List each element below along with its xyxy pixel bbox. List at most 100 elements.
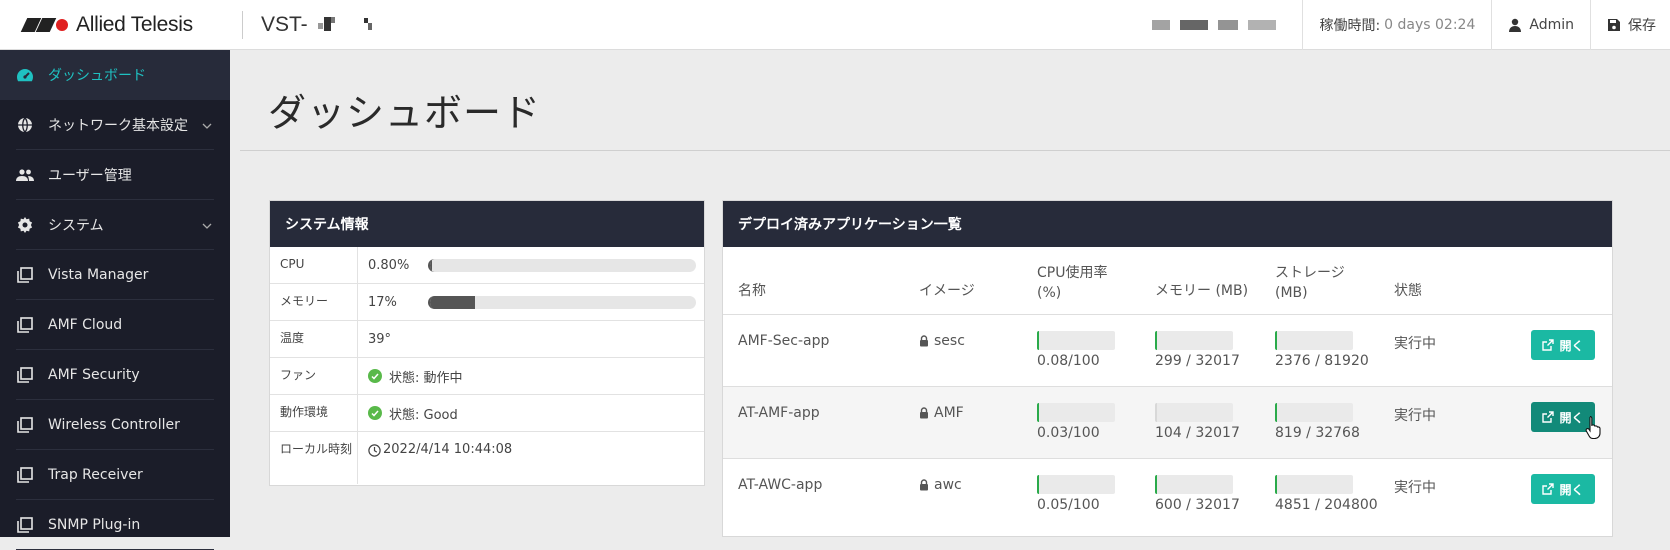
column-header-cpu: CPU使用率 (%)	[1037, 263, 1107, 303]
sidebar-item-label: Trap Receiver	[48, 467, 143, 483]
save-icon	[1608, 18, 1620, 31]
open-app-button[interactable]: 開く	[1531, 330, 1595, 360]
local-time-row: ローカル時刻 2022/4/14 10:44:08	[270, 432, 704, 484]
cpu-progress-bar	[428, 258, 696, 272]
cpu-mini-bar	[1037, 331, 1115, 350]
check-circle-icon	[368, 369, 382, 383]
top-header: Allied Telesis VST- 稼働時間: 0 days 02:24 A…	[0, 0, 1670, 50]
cpu-value: 0.80%	[368, 257, 410, 273]
redacted-model-icon	[312, 15, 382, 35]
app-memory: 104 / 32017	[1155, 425, 1240, 441]
cpu-label: CPU	[270, 247, 358, 283]
memory-value: 17%	[368, 294, 397, 310]
deployed-apps-title: デプロイ済みアプリケーション一覧	[723, 201, 1612, 247]
user-icon	[1509, 18, 1522, 32]
sidebar-nav: ダッシュボード ネットワーク基本設定 ユーザー管理 システム Vista Man…	[0, 50, 230, 550]
sidebar-item-system[interactable]: システム	[0, 200, 230, 250]
table-row: AT-AMF-app AMF 0.03/100 104 / 32017 819 …	[723, 386, 1612, 458]
sidebar-item-snmp-plugin[interactable]: SNMP Plug-in	[0, 500, 230, 550]
sidebar-item-amf-security[interactable]: AMF Security	[0, 350, 230, 400]
clock-icon	[368, 444, 381, 457]
column-header-storage: ストレージ (MB)	[1275, 263, 1345, 303]
header-divider	[242, 10, 243, 39]
save-button[interactable]: 保存	[1590, 0, 1670, 50]
app-name: AT-AMF-app	[738, 405, 820, 421]
app-image: sesc	[919, 333, 965, 349]
column-header-cpu-line2: (%)	[1037, 285, 1062, 301]
lock-icon	[920, 335, 928, 347]
window-icon	[16, 366, 34, 384]
column-header-storage-line2: (MB)	[1275, 285, 1308, 301]
app-memory: 299 / 32017	[1155, 353, 1240, 369]
window-icon	[16, 416, 34, 434]
sidebar-item-label: AMF Security	[48, 367, 140, 383]
app-cpu: 0.03/100	[1037, 425, 1100, 441]
sidebar-item-amf-cloud[interactable]: AMF Cloud	[0, 300, 230, 350]
open-app-label: 開く	[1559, 338, 1584, 353]
lock-icon	[920, 479, 928, 491]
logo-mark-icon	[20, 16, 72, 34]
storage-mini-bar	[1275, 475, 1353, 494]
temperature-value: 39°	[368, 331, 392, 347]
column-header-state: 状態	[1394, 283, 1422, 299]
column-header-name: 名称	[738, 283, 766, 299]
sidebar-item-dashboard[interactable]: ダッシュボード	[0, 50, 230, 100]
open-app-button[interactable]: 開く	[1531, 474, 1595, 504]
memory-row: メモリー 17%	[270, 284, 704, 321]
temperature-label: 温度	[270, 321, 358, 357]
sidebar-item-vista-manager[interactable]: Vista Manager	[0, 250, 230, 300]
deployed-apps-panel: デプロイ済みアプリケーション一覧 名称 イメージ CPU使用率 (%) メモリー…	[722, 200, 1613, 537]
sidebar-item-label: ユーザー管理	[48, 168, 132, 184]
window-icon	[16, 516, 34, 534]
sidebar-item-label: ダッシュボード	[48, 68, 146, 84]
column-header-memory: メモリー (MB)	[1155, 283, 1249, 299]
cpu-progress-fill	[430, 258, 433, 272]
lock-icon	[920, 407, 928, 419]
app-image-name: AMF	[934, 405, 964, 421]
gear-icon	[16, 216, 34, 234]
column-header-storage-line1: ストレージ	[1275, 265, 1345, 281]
memory-progress-fill	[430, 295, 476, 309]
temperature-row: 温度 39°	[270, 321, 704, 358]
sidebar-item-label: SNMP Plug-in	[48, 517, 141, 533]
storage-mini-bar	[1275, 331, 1353, 350]
cpu-row: CPU 0.80%	[270, 247, 704, 284]
external-link-icon	[1542, 411, 1555, 423]
product-name: VST-	[261, 13, 382, 37]
product-prefix: VST-	[261, 12, 308, 36]
app-image: AMF	[919, 405, 964, 421]
environment-label: 動作環境	[270, 395, 358, 431]
open-app-label: 開く	[1559, 410, 1584, 425]
memory-mini-bar	[1155, 475, 1233, 494]
app-storage: 2376 / 81920	[1275, 353, 1369, 369]
fan-label: ファン	[270, 358, 358, 394]
app-state: 実行中	[1394, 480, 1436, 496]
dashboard-icon	[16, 66, 34, 84]
app-storage: 819 / 32768	[1275, 425, 1360, 441]
app-name: AMF-Sec-app	[738, 333, 830, 349]
title-divider	[240, 150, 1670, 151]
user-menu-button[interactable]: Admin	[1491, 0, 1590, 50]
table-row: AMF-Sec-app sesc 0.08/100 299 / 32017 23…	[723, 314, 1612, 386]
user-name: Admin	[1529, 16, 1574, 33]
memory-mini-bar	[1155, 331, 1233, 350]
sidebar-item-label: システム	[48, 218, 104, 234]
column-header-image: イメージ	[919, 283, 975, 299]
sidebar-item-trap-receiver[interactable]: Trap Receiver	[0, 450, 230, 500]
app-name: AT-AWC-app	[738, 477, 823, 493]
save-label: 保存	[1628, 17, 1656, 34]
table-row: AT-AWC-app awc 0.05/100 600 / 32017 4851…	[723, 458, 1612, 530]
sidebar-item-network[interactable]: ネットワーク基本設定	[0, 100, 230, 150]
brand-logo[interactable]: Allied Telesis	[20, 13, 230, 37]
globe-icon	[16, 116, 34, 134]
memory-label: メモリー	[270, 284, 358, 320]
brand-name: Allied Telesis	[76, 12, 193, 36]
sidebar-item-wireless-controller[interactable]: Wireless Controller	[0, 400, 230, 450]
uptime-label: 稼働時間:	[1319, 17, 1381, 34]
sidebar-item-users[interactable]: ユーザー管理	[0, 150, 230, 200]
sidebar-item-label: Wireless Controller	[48, 417, 180, 433]
open-app-label: 開く	[1559, 482, 1584, 497]
column-header-cpu-line1: CPU使用率	[1037, 265, 1108, 281]
chevron-down-icon	[202, 217, 212, 233]
window-icon	[16, 316, 34, 334]
